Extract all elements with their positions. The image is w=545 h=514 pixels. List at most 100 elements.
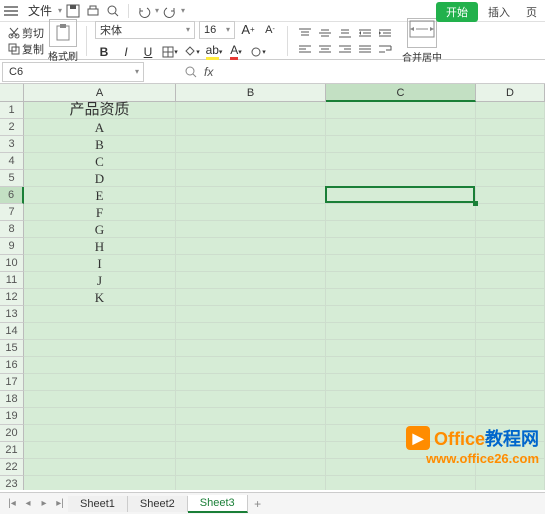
row-header[interactable]: 19	[0, 408, 24, 425]
cell[interactable]	[176, 102, 326, 119]
menu-icon[interactable]	[4, 6, 18, 16]
cell[interactable]	[326, 221, 476, 238]
cell[interactable]	[176, 323, 326, 340]
row-header[interactable]: 4	[0, 153, 24, 170]
align-right-button[interactable]	[336, 42, 354, 56]
cell[interactable]	[476, 102, 545, 119]
tab-nav-prev-icon[interactable]: ◂	[20, 496, 36, 512]
row-header[interactable]: 13	[0, 306, 24, 323]
row-header[interactable]: 12	[0, 289, 24, 306]
merge-group[interactable]: 合并居中	[402, 18, 442, 64]
cell[interactable]	[476, 374, 545, 391]
cell[interactable]	[176, 153, 326, 170]
cell[interactable]	[476, 323, 545, 340]
underline-button[interactable]: U	[139, 43, 157, 61]
cell[interactable]	[476, 187, 545, 204]
cell[interactable]	[24, 476, 176, 490]
cell[interactable]	[326, 476, 476, 490]
row-header[interactable]: 18	[0, 391, 24, 408]
cell[interactable]	[476, 136, 545, 153]
redo-icon[interactable]	[161, 2, 179, 20]
wrap-text-button[interactable]	[376, 42, 394, 56]
cell[interactable]	[326, 306, 476, 323]
cell[interactable]	[24, 374, 176, 391]
fill-color-button[interactable]: ▾	[183, 43, 201, 61]
cell[interactable]	[176, 459, 326, 476]
tab-page[interactable]: 页	[520, 2, 543, 22]
cell[interactable]	[176, 204, 326, 221]
cell[interactable]	[326, 357, 476, 374]
row-header[interactable]: 7	[0, 204, 24, 221]
cut-button[interactable]: 剪切	[6, 25, 46, 41]
align-top-button[interactable]	[296, 26, 314, 40]
increase-indent-button[interactable]	[376, 26, 394, 40]
cell[interactable]	[326, 119, 476, 136]
row-header[interactable]: 3	[0, 136, 24, 153]
cell[interactable]	[326, 204, 476, 221]
cell[interactable]: A	[24, 119, 176, 136]
cell[interactable]	[176, 255, 326, 272]
row-header[interactable]: 1	[0, 102, 24, 119]
row-header[interactable]: 5	[0, 170, 24, 187]
cell[interactable]	[476, 476, 545, 490]
cell[interactable]	[24, 408, 176, 425]
cell[interactable]	[176, 374, 326, 391]
decrease-indent-button[interactable]	[356, 26, 374, 40]
decrease-font-icon[interactable]: A-	[261, 21, 279, 39]
copy-button[interactable]: 复制	[6, 41, 46, 57]
cell[interactable]: H	[24, 238, 176, 255]
save-icon[interactable]	[64, 2, 82, 20]
file-menu[interactable]: 文件	[24, 2, 56, 19]
cell[interactable]	[176, 425, 326, 442]
row-header[interactable]: 2	[0, 119, 24, 136]
cell[interactable]	[326, 102, 476, 119]
column-header[interactable]: C	[326, 84, 476, 102]
cell[interactable]	[176, 136, 326, 153]
row-header[interactable]: 20	[0, 425, 24, 442]
cell[interactable]	[326, 391, 476, 408]
cell[interactable]	[326, 323, 476, 340]
effects-button[interactable]: ▾	[249, 43, 267, 61]
column-header[interactable]: D	[476, 84, 545, 102]
name-box[interactable]: C6 ▾	[2, 62, 144, 82]
cell[interactable]	[326, 272, 476, 289]
cell[interactable]	[476, 340, 545, 357]
row-header[interactable]: 22	[0, 459, 24, 476]
cell[interactable]	[176, 357, 326, 374]
font-size-select[interactable]: 16▾	[199, 21, 235, 39]
row-header[interactable]: 8	[0, 221, 24, 238]
cell[interactable]	[326, 238, 476, 255]
paste-group[interactable]: 格式刷	[48, 19, 78, 63]
chevron-down-icon[interactable]: ▾	[155, 6, 159, 15]
cell[interactable]	[476, 119, 545, 136]
cell[interactable]	[326, 408, 476, 425]
cell[interactable]	[476, 357, 545, 374]
row-header[interactable]: 9	[0, 238, 24, 255]
cell[interactable]	[176, 119, 326, 136]
cell[interactable]	[176, 187, 326, 204]
cell[interactable]: J	[24, 272, 176, 289]
row-header[interactable]: 10	[0, 255, 24, 272]
cell[interactable]	[476, 272, 545, 289]
cell[interactable]	[24, 306, 176, 323]
cell[interactable]	[476, 204, 545, 221]
chevron-down-icon[interactable]: ▾	[135, 67, 139, 76]
cell[interactable]	[24, 357, 176, 374]
cell[interactable]: I	[24, 255, 176, 272]
print-preview-icon[interactable]	[104, 2, 122, 20]
row-header[interactable]: 21	[0, 442, 24, 459]
cell[interactable]	[176, 408, 326, 425]
row-header[interactable]: 17	[0, 374, 24, 391]
font-name-select[interactable]: 宋体▾	[95, 21, 195, 39]
tab-nav-next-icon[interactable]: ▸	[36, 496, 52, 512]
row-header[interactable]: 6	[0, 187, 24, 204]
cell[interactable]: D	[24, 170, 176, 187]
cell[interactable]	[326, 153, 476, 170]
font-color-button[interactable]: A▾	[227, 43, 245, 61]
cell[interactable]	[176, 170, 326, 187]
fx-icon[interactable]: fx	[204, 65, 213, 79]
cell[interactable]: K	[24, 289, 176, 306]
cell[interactable]	[24, 340, 176, 357]
cell[interactable]	[476, 306, 545, 323]
tab-start[interactable]: 开始	[436, 2, 478, 22]
